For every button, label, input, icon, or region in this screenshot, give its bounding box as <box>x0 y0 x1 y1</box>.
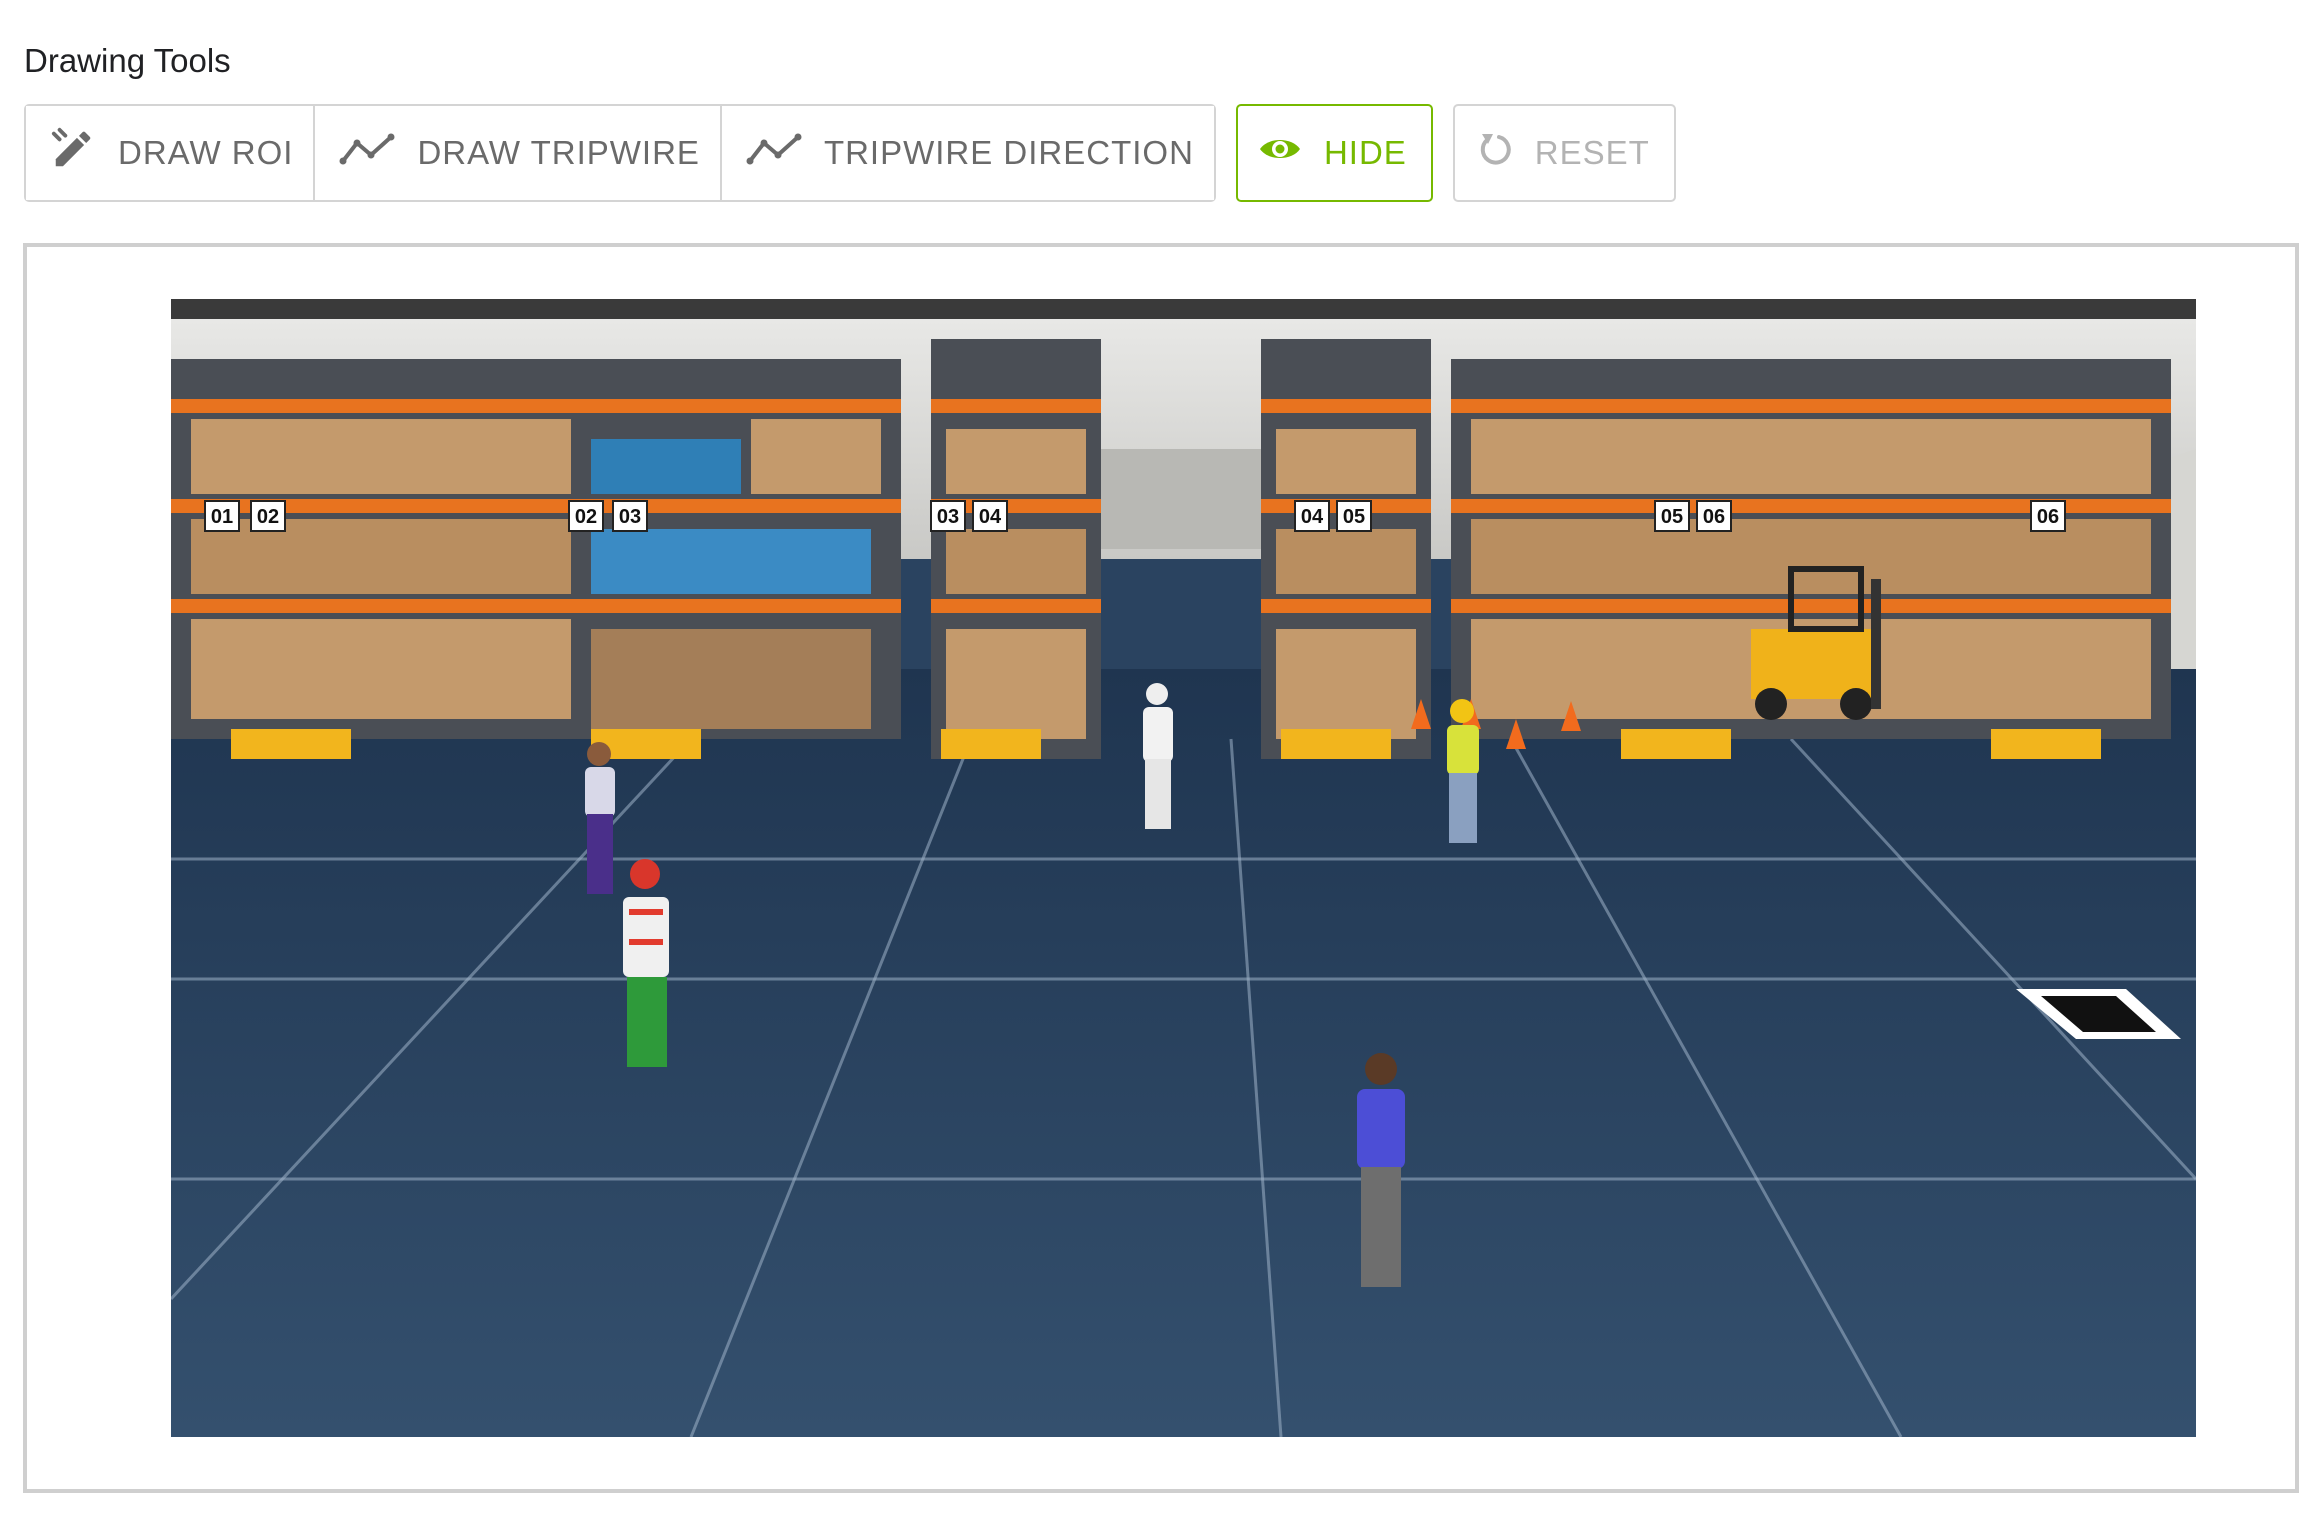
tripwire-direction-label: TRIPWIRE DIRECTION <box>823 134 1194 171</box>
rack-label-02: 02 <box>250 500 286 532</box>
reset-label: RESET <box>1534 134 1650 171</box>
edit-pen-icon <box>50 126 96 180</box>
reset-icon <box>1477 130 1513 176</box>
rack-label-03-b: 03 <box>930 500 966 532</box>
warehouse-scene: 01 02 02 03 03 04 04 05 05 06 06 <box>171 299 2196 1437</box>
svg-text:04: 04 <box>1301 506 1324 528</box>
draw-roi-label: DRAW ROI <box>118 134 294 171</box>
reset-button[interactable]: RESET <box>1452 104 1676 202</box>
ceiling <box>171 299 2196 319</box>
rack-label-06: 06 <box>1696 500 1732 532</box>
rack-label-05: 05 <box>1336 500 1372 532</box>
svg-text:05: 05 <box>1661 506 1683 528</box>
draw-tripwire-button[interactable]: DRAW TRIPWIRE <box>313 106 720 200</box>
rack-label-06-b: 06 <box>2030 500 2066 532</box>
video-frame: 01 02 02 03 03 04 04 05 05 06 06 <box>23 243 2299 1493</box>
svg-text:06: 06 <box>1703 506 1725 528</box>
svg-text:03: 03 <box>937 506 959 528</box>
drawing-toolbar: DRAW ROI DRAW TRIPWIRE TRIPWIRE DIRECTIO… <box>24 104 1676 202</box>
svg-text:02: 02 <box>257 506 279 528</box>
polyline-icon <box>746 131 802 175</box>
rack-label-04-b: 04 <box>1294 500 1330 532</box>
rack-label-04: 04 <box>972 500 1008 532</box>
svg-text:01: 01 <box>211 506 233 528</box>
draw-button-group: DRAW ROI DRAW TRIPWIRE TRIPWIRE DIRECTIO… <box>24 104 1216 202</box>
rack-02-03 <box>571 359 901 759</box>
svg-text:02: 02 <box>575 506 597 528</box>
camera-feed[interactable]: 01 02 02 03 03 04 04 05 05 06 06 <box>171 299 2196 1437</box>
rack-label-01: 01 <box>204 500 240 532</box>
rack-01-02 <box>171 359 591 759</box>
hide-button[interactable]: HIDE <box>1235 104 1433 202</box>
draw-roi-button[interactable]: DRAW ROI <box>26 106 314 200</box>
draw-tripwire-label: DRAW TRIPWIRE <box>417 134 700 171</box>
drawing-tools-title: Drawing Tools <box>24 42 231 79</box>
polyline-icon <box>339 131 395 175</box>
svg-text:06: 06 <box>2037 506 2059 528</box>
rack-label-05-b: 05 <box>1654 500 1690 532</box>
rack-label-03: 03 <box>612 500 648 532</box>
svg-text:05: 05 <box>1343 506 1365 528</box>
rack-03-04 <box>931 339 1101 759</box>
rack-label-02-b: 02 <box>568 500 604 532</box>
eye-icon <box>1258 134 1302 172</box>
floor <box>171 669 2196 1437</box>
svg-text:03: 03 <box>619 506 641 528</box>
svg-text:04: 04 <box>979 506 1002 528</box>
tripwire-direction-button[interactable]: TRIPWIRE DIRECTION <box>719 106 1214 200</box>
hide-label: HIDE <box>1323 134 1407 171</box>
rack-04-05 <box>1261 339 1431 759</box>
